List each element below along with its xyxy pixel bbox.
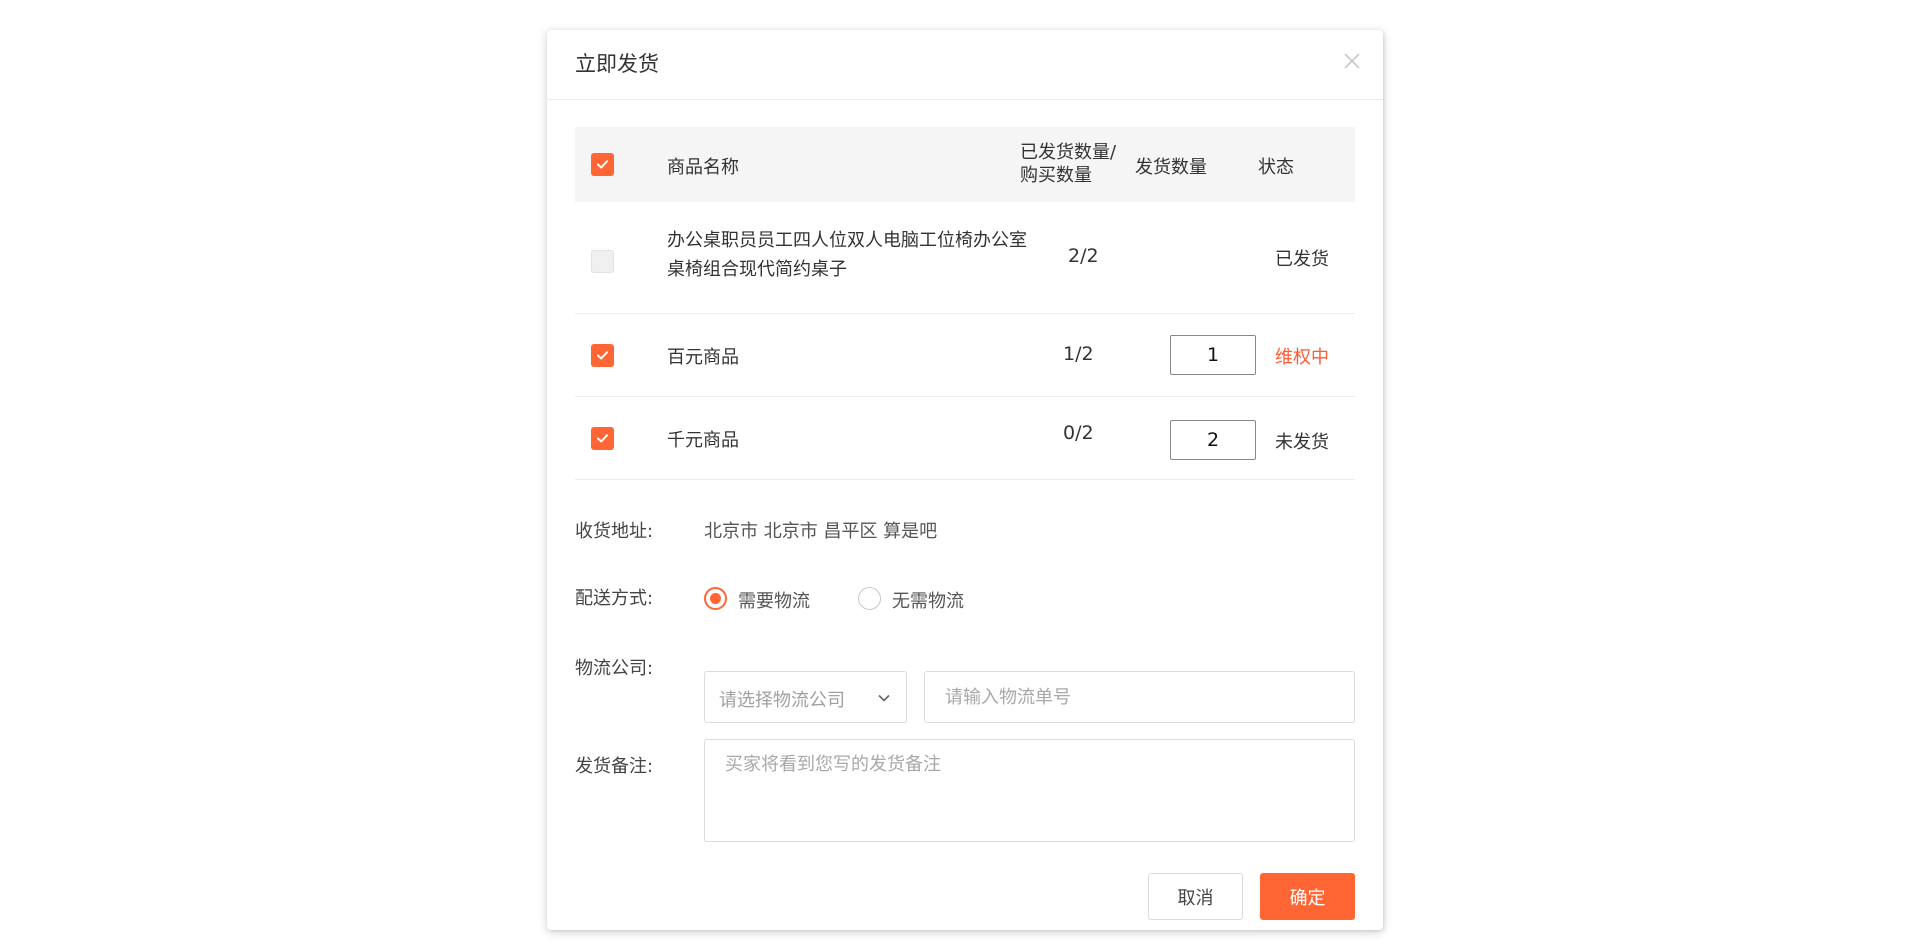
logistics-company-select[interactable]: 请选择物流公司 xyxy=(704,671,907,723)
remark-textarea[interactable] xyxy=(704,739,1355,842)
product-name: 办公桌职员员工四人位双人电脑工位椅办公室 桌椅组合现代简约桌子 xyxy=(667,226,1027,284)
tracking-number-input[interactable] xyxy=(924,671,1355,723)
ship-dialog: 立即发货 商品名称 已发货数量/ 购买数量 发货数量 状态 办公桌职员员工四人位… xyxy=(547,30,1383,930)
product-name-line1: 办公桌职员员工四人位双人电脑工位椅办公室 xyxy=(667,230,1027,251)
ship-qty-input[interactable]: 1 xyxy=(1170,335,1256,375)
logistics-label: 物流公司: xyxy=(575,658,654,679)
radio-need-logistics[interactable] xyxy=(704,587,727,610)
chevron-down-icon xyxy=(878,694,890,702)
status-text: 已发货 xyxy=(1275,249,1329,270)
row-checkbox-disabled xyxy=(591,250,614,273)
sent-count: 0/2 xyxy=(1063,422,1094,444)
header-sent-buy-line1: 已发货数量/ xyxy=(1020,142,1117,163)
close-icon[interactable] xyxy=(1339,48,1365,74)
radio-need-logistics-label[interactable]: 需要物流 xyxy=(738,587,810,613)
remark-label: 发货备注: xyxy=(575,756,654,777)
table-row: 办公桌职员员工四人位双人电脑工位椅办公室 桌椅组合现代简约桌子 2/2 已发货 xyxy=(575,202,1355,314)
product-name: 千元商品 xyxy=(667,430,739,451)
table-row: 千元商品 0/2 2 未发货 xyxy=(575,397,1355,480)
header-ship-qty: 发货数量 xyxy=(1135,157,1207,178)
delivery-label: 配送方式: xyxy=(575,588,654,609)
product-name: 百元商品 xyxy=(667,347,739,368)
radio-no-logistics[interactable] xyxy=(858,587,881,610)
row-checkbox[interactable] xyxy=(591,427,614,450)
check-icon xyxy=(597,434,608,443)
check-icon xyxy=(597,351,608,360)
dialog-title: 立即发货 xyxy=(575,52,659,76)
product-table: 商品名称 已发货数量/ 购买数量 发货数量 状态 办公桌职员员工四人位双人电脑工… xyxy=(575,127,1355,480)
sent-count: 1/2 xyxy=(1063,343,1094,365)
dialog-header: 立即发货 xyxy=(547,30,1383,100)
header-status: 状态 xyxy=(1258,157,1294,178)
table-row: 百元商品 1/2 1 维权中 xyxy=(575,314,1355,397)
address-label: 收货地址: xyxy=(575,521,654,542)
cancel-button[interactable]: 取消 xyxy=(1148,873,1243,920)
address-value: 北京市 北京市 昌平区 算是吧 xyxy=(704,521,938,542)
table-header: 商品名称 已发货数量/ 购买数量 发货数量 状态 xyxy=(575,127,1355,202)
row-checkbox[interactable] xyxy=(591,344,614,367)
status-text: 维权中 xyxy=(1275,347,1329,368)
logistics-select-placeholder: 请选择物流公司 xyxy=(719,690,845,711)
radio-no-logistics-label[interactable]: 无需物流 xyxy=(892,587,964,613)
header-sent-buy-line2: 购买数量 xyxy=(1020,165,1092,186)
ship-qty-input[interactable]: 2 xyxy=(1170,420,1256,460)
product-name-line2: 桌椅组合现代简约桌子 xyxy=(667,259,847,280)
check-icon xyxy=(597,160,608,169)
status-text: 未发货 xyxy=(1275,432,1329,453)
header-product-name: 商品名称 xyxy=(667,157,739,178)
select-all-checkbox[interactable] xyxy=(591,153,614,176)
sent-count: 2/2 xyxy=(1068,245,1099,267)
header-sent-buy: 已发货数量/ 购买数量 xyxy=(1020,141,1116,187)
confirm-button[interactable]: 确定 xyxy=(1260,873,1355,920)
